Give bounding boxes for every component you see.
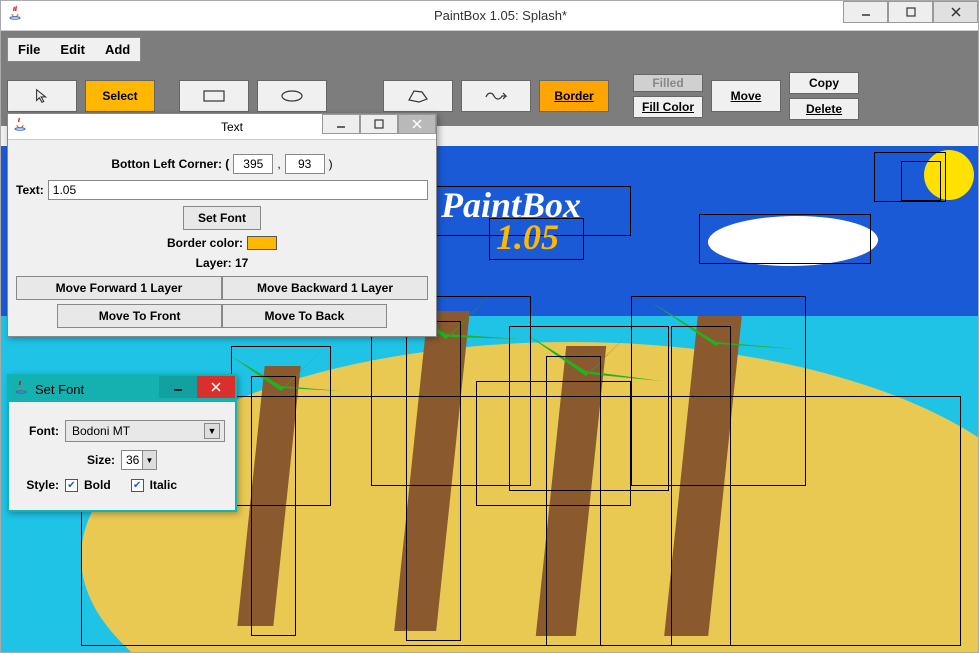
corner-x-input[interactable] bbox=[233, 154, 273, 174]
move-backward-layer-button[interactable]: Move Backward 1 Layer bbox=[222, 276, 428, 300]
select-tool-button[interactable]: Select bbox=[85, 80, 155, 112]
text-dialog-maximize[interactable] bbox=[360, 114, 398, 134]
font-select[interactable]: Bodoni MT ▼ bbox=[65, 420, 225, 442]
minimize-button[interactable] bbox=[843, 1, 888, 23]
size-select[interactable]: 36 ▼ bbox=[121, 450, 157, 470]
text-dialog-minimize[interactable] bbox=[322, 114, 360, 134]
set-font-button[interactable]: Set Font bbox=[183, 206, 261, 230]
close-button[interactable] bbox=[933, 1, 978, 23]
toolbar-area: File Edit Add Select Border bbox=[1, 31, 978, 126]
text-dialog-body: Botton Left Corner: ( , ) Text: Set Font… bbox=[8, 140, 436, 336]
java-icon bbox=[13, 379, 29, 400]
corner-comma: , bbox=[277, 157, 280, 171]
corner-paren: ) bbox=[329, 157, 333, 171]
italic-label: Italic bbox=[150, 478, 177, 492]
font-label: Font: bbox=[19, 424, 59, 438]
size-value: 36 bbox=[126, 453, 139, 467]
canvas-text-version: 1.05 bbox=[496, 216, 559, 258]
menu-file[interactable]: File bbox=[8, 38, 50, 61]
font-select-value: Bodoni MT bbox=[72, 424, 130, 438]
window-title: PaintBox 1.05: Splash* bbox=[23, 8, 978, 23]
selection-box bbox=[699, 214, 871, 264]
window-controls bbox=[843, 1, 978, 23]
bold-checkbox[interactable]: ✔ bbox=[65, 479, 78, 492]
chevron-down-icon: ▼ bbox=[204, 423, 220, 439]
copy-button[interactable]: Copy bbox=[789, 72, 859, 94]
font-dialog-controls bbox=[159, 376, 235, 398]
font-dialog-title: Set Font bbox=[35, 382, 84, 397]
freehand-tool-button[interactable] bbox=[461, 80, 531, 112]
java-icon bbox=[12, 116, 28, 137]
fill-color-button[interactable]: Fill Color bbox=[633, 96, 703, 118]
border-color-label: Border color: bbox=[167, 236, 243, 250]
selection-box bbox=[901, 161, 941, 201]
border-button[interactable]: Border bbox=[539, 80, 609, 112]
main-titlebar: PaintBox 1.05: Splash* bbox=[1, 1, 978, 31]
menubar: File Edit Add bbox=[7, 37, 141, 62]
font-dialog-body: Font: Bodoni MT ▼ Size: 36 ▼ Style: ✔ Bo… bbox=[9, 402, 235, 510]
move-button[interactable]: Move bbox=[711, 80, 781, 112]
font-dialog: Set Font Font: Bodoni MT ▼ Size: 36 ▼ St… bbox=[7, 374, 237, 512]
text-value-input[interactable] bbox=[48, 180, 428, 200]
border-color-swatch[interactable] bbox=[247, 236, 277, 250]
text-dialog-close[interactable] bbox=[398, 114, 436, 134]
delete-button[interactable]: Delete bbox=[789, 98, 859, 120]
text-field-label: Text: bbox=[16, 183, 44, 197]
move-to-front-button[interactable]: Move To Front bbox=[57, 304, 222, 328]
font-dialog-minimize[interactable] bbox=[159, 376, 197, 398]
text-dialog-controls bbox=[322, 114, 436, 134]
italic-checkbox[interactable]: ✔ bbox=[131, 479, 144, 492]
text-dialog-titlebar[interactable]: Text bbox=[8, 114, 436, 140]
oval-tool-button[interactable] bbox=[257, 80, 327, 112]
move-to-back-button[interactable]: Move To Back bbox=[222, 304, 387, 328]
size-label: Size: bbox=[87, 453, 115, 467]
arrow-tool-button[interactable] bbox=[7, 80, 77, 112]
text-dialog: Text Botton Left Corner: ( , ) Text: Set… bbox=[7, 113, 437, 337]
corner-label: Botton Left Corner: ( bbox=[111, 157, 229, 171]
font-dialog-titlebar[interactable]: Set Font bbox=[9, 376, 235, 402]
menu-edit[interactable]: Edit bbox=[50, 38, 95, 61]
font-dialog-close[interactable] bbox=[197, 376, 235, 398]
menu-add[interactable]: Add bbox=[95, 38, 140, 61]
move-forward-layer-button[interactable]: Move Forward 1 Layer bbox=[16, 276, 222, 300]
java-icon bbox=[7, 5, 23, 26]
polygon-tool-button[interactable] bbox=[383, 80, 453, 112]
filled-button[interactable]: Filled bbox=[633, 74, 703, 92]
layer-label: Layer: 17 bbox=[196, 256, 249, 270]
corner-y-input[interactable] bbox=[285, 154, 325, 174]
chevron-down-icon: ▼ bbox=[142, 451, 156, 469]
rectangle-tool-button[interactable] bbox=[179, 80, 249, 112]
style-label: Style: bbox=[19, 478, 59, 492]
maximize-button[interactable] bbox=[888, 1, 933, 23]
bold-label: Bold bbox=[84, 478, 111, 492]
